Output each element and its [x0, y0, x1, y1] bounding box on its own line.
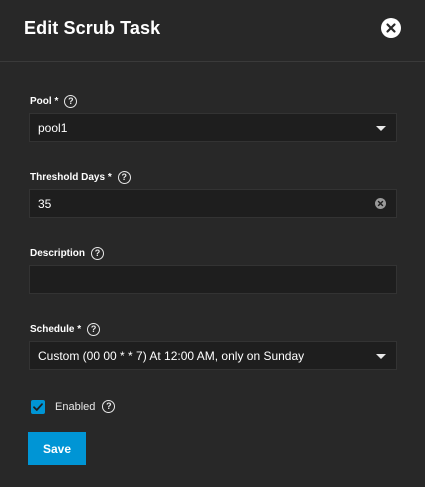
threshold-days-input[interactable]: 35 — [29, 189, 397, 218]
dialog-header: Edit Scrub Task — [0, 0, 425, 62]
pool-value: pool1 — [38, 121, 68, 135]
threshold-days-label: Threshold Days * ? — [30, 171, 131, 184]
clear-icon[interactable] — [375, 198, 386, 209]
description-label: Description ? — [30, 247, 105, 260]
schedule-value: Custom (00 00 * * 7) At 12:00 AM, only o… — [38, 349, 305, 363]
help-icon[interactable]: ? — [117, 171, 131, 184]
help-icon[interactable]: ? — [64, 95, 78, 108]
enabled-checkbox[interactable] — [31, 400, 45, 414]
pool-label: Pool * ? — [30, 95, 78, 108]
description-input[interactable] — [29, 265, 397, 294]
schedule-label: Schedule * ? — [30, 323, 101, 336]
checkmark-icon — [33, 403, 43, 411]
help-icon[interactable]: ? — [91, 247, 105, 260]
enabled-label: Enabled ? — [55, 400, 116, 413]
pool-select[interactable]: pool1 — [29, 113, 397, 142]
chevron-down-icon — [376, 126, 386, 131]
save-button[interactable]: Save — [28, 432, 86, 465]
threshold-days-value: 35 — [38, 197, 52, 211]
schedule-select[interactable]: Custom (00 00 * * 7) At 12:00 AM, only o… — [29, 341, 397, 370]
chevron-down-icon — [376, 354, 386, 359]
help-icon[interactable]: ? — [102, 400, 116, 413]
close-button[interactable] — [381, 18, 401, 38]
help-icon[interactable]: ? — [87, 323, 101, 336]
dialog-title: Edit Scrub Task — [24, 18, 161, 38]
close-icon — [386, 23, 396, 33]
